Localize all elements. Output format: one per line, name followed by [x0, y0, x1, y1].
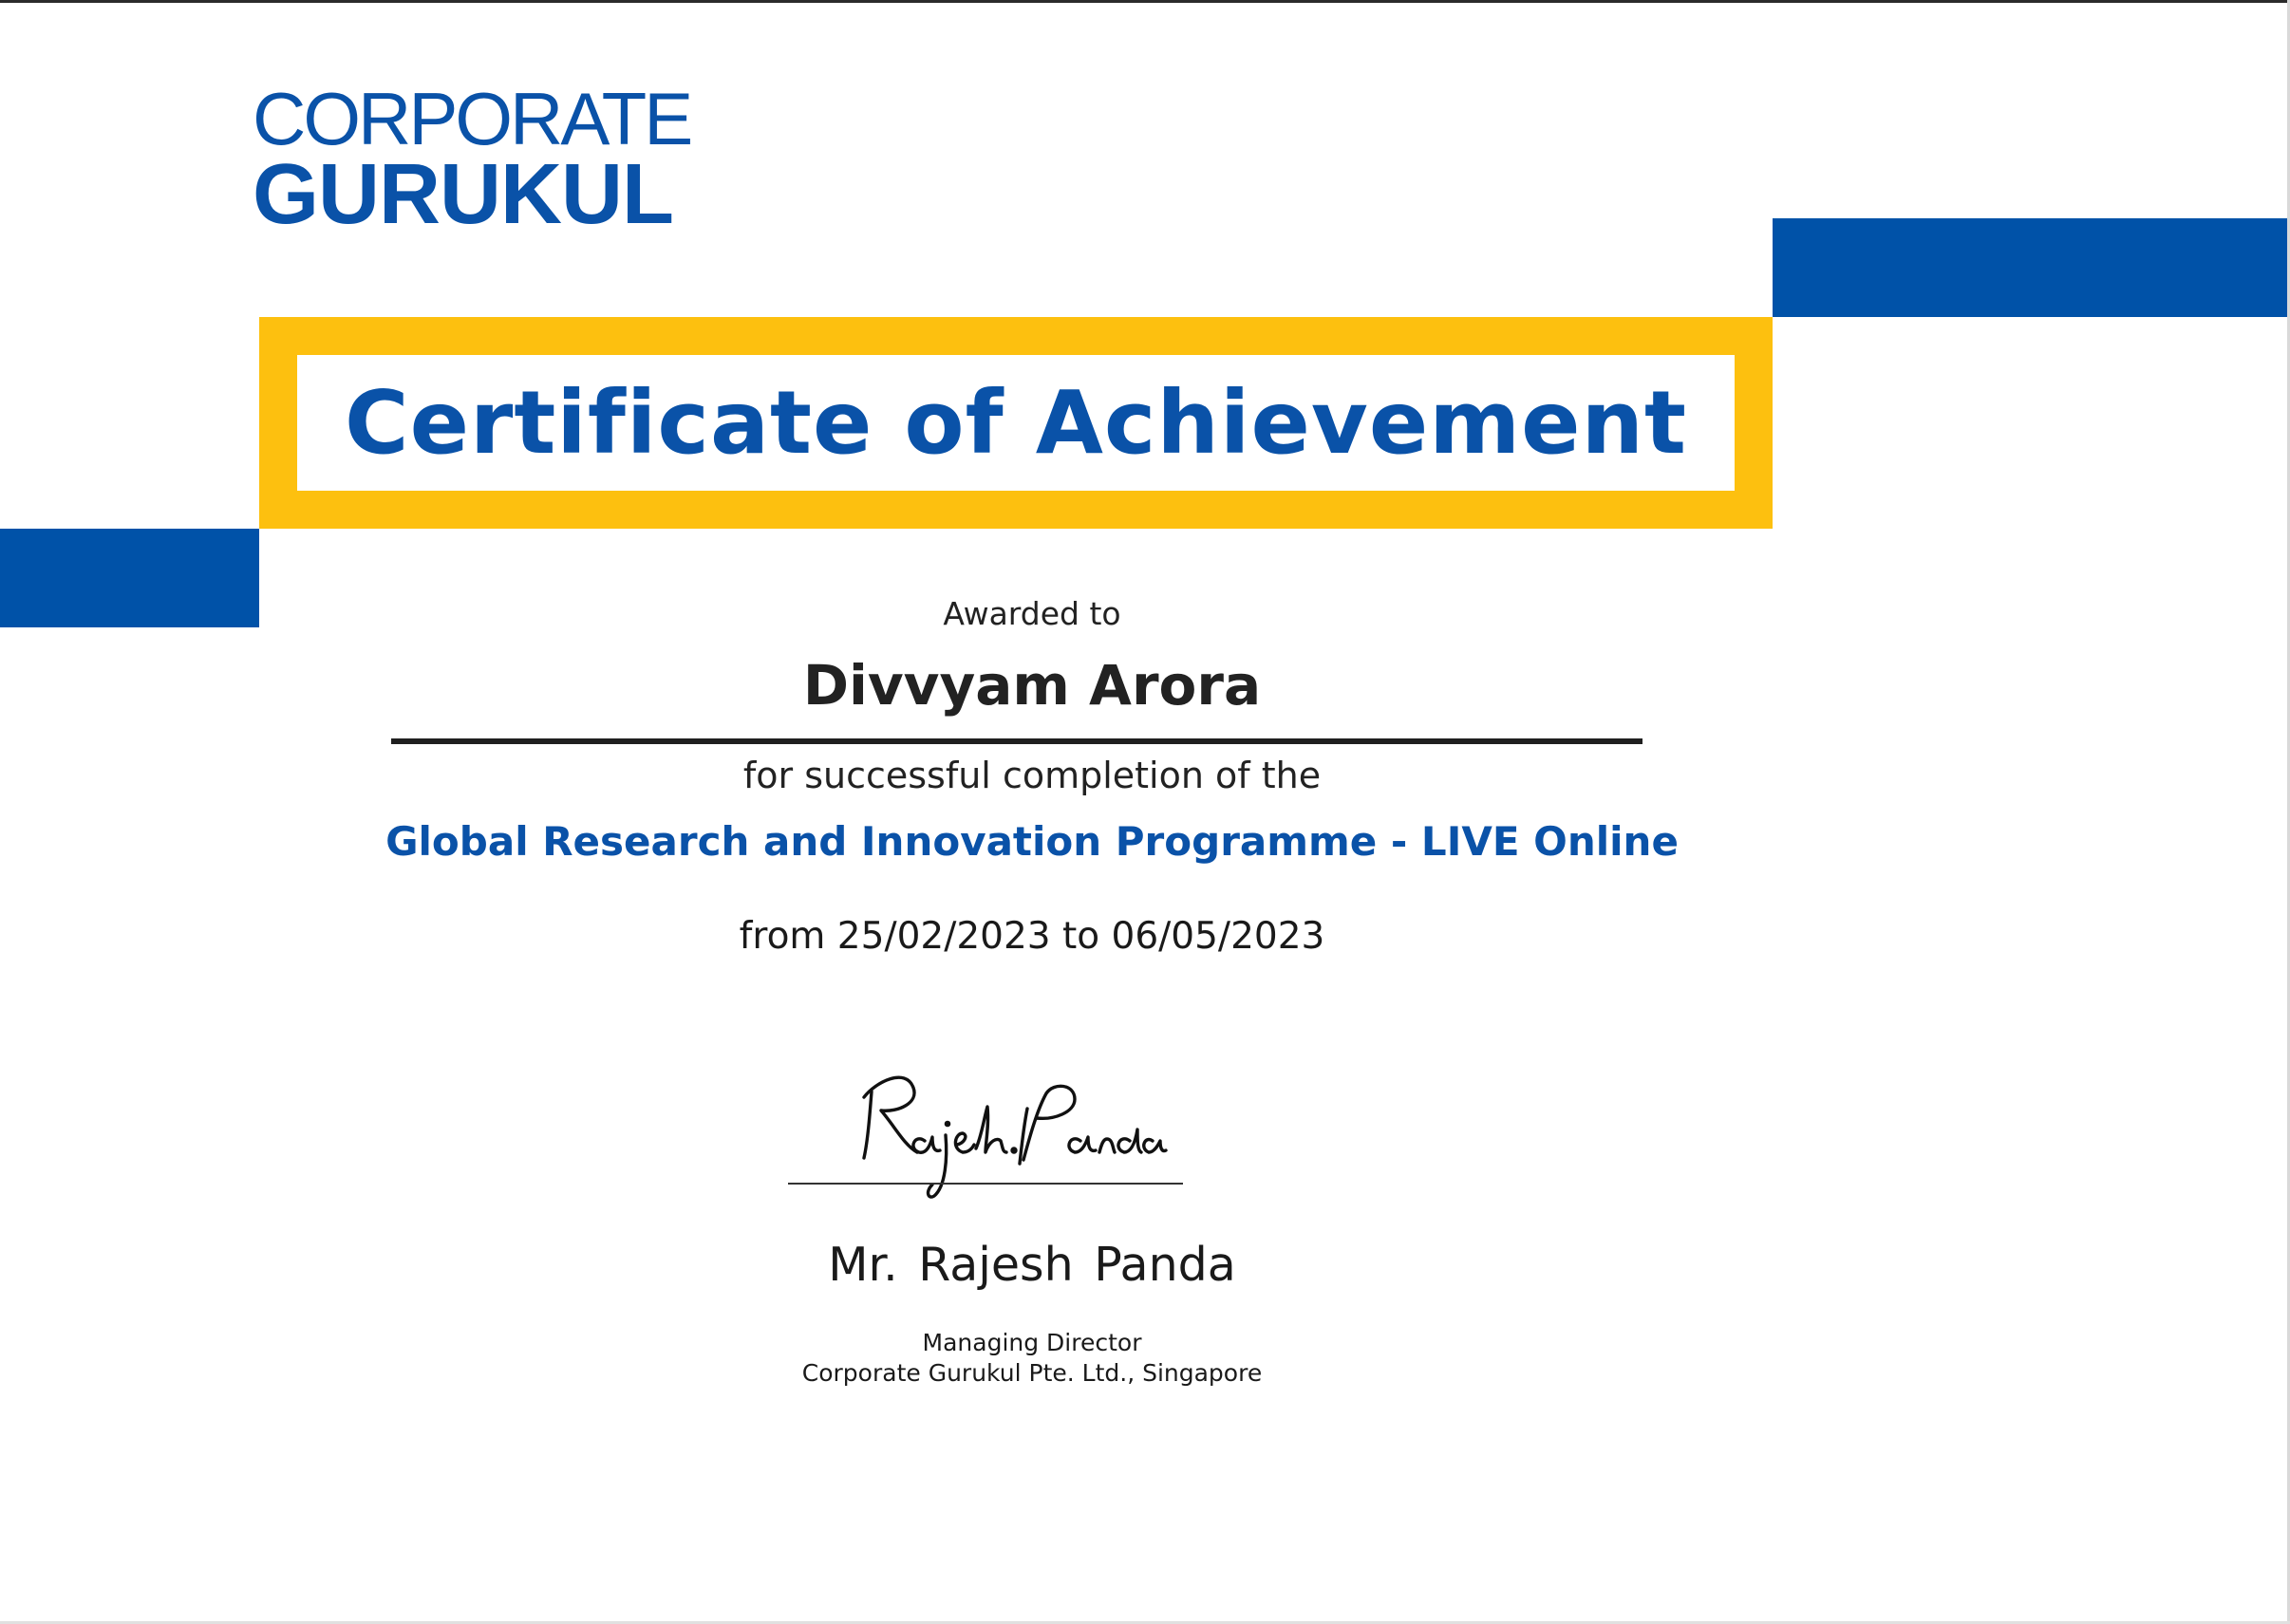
recipient-name: Divvyam Arora: [802, 653, 1262, 718]
signatory-company: Corporate Gurukul Pte. Ltd., Singapore: [801, 1359, 1263, 1387]
completion-text: for successful completion of the: [742, 755, 1322, 796]
recipient-underline: [391, 738, 1642, 744]
corporate-gurukul-logo: CORPORATE GURUKUL: [253, 77, 693, 242]
signatory-role: Managing Director: [922, 1329, 1142, 1356]
top-border: [0, 0, 2290, 3]
signatory-name: Mr. Rajesh Panda: [828, 1238, 1236, 1292]
signature-line: [788, 1183, 1183, 1185]
title-box: Certificate of Achievement: [297, 355, 1735, 491]
title-frame: Certificate of Achievement: [259, 317, 1773, 529]
certificate-title: Certificate of Achievement: [345, 372, 1687, 474]
programme-name: Global Research and Innovation Programme…: [385, 818, 1679, 865]
logo-line-2: GURUKUL: [253, 147, 674, 242]
awarded-to-label: Awarded to: [943, 595, 1121, 632]
decorative-blue-block-right: [1773, 218, 2287, 317]
logo-line-1: CORPORATE: [253, 77, 693, 160]
programme-dates: from 25/02/2023 to 06/05/2023: [739, 915, 1325, 958]
certificate-page: CORPORATE GURUKUL Certificate of Achieve…: [0, 0, 2290, 1624]
